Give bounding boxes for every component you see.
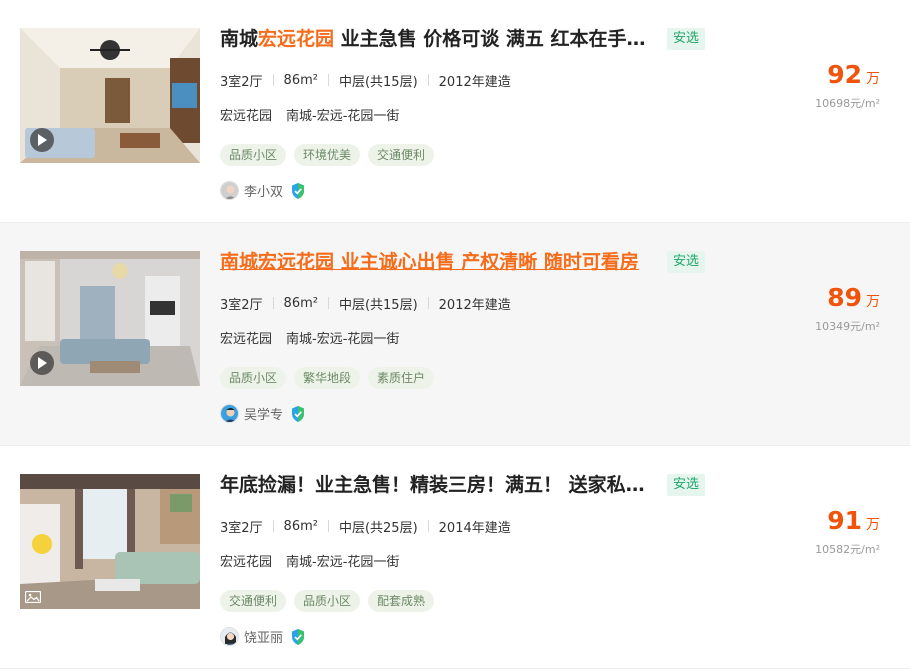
house-info: 3室2厅 86m² 中层(共15层) 2012年建造 [220, 293, 511, 313]
house-info: 3室2厅 86m² 中层(共15层) 2012年建造 [220, 70, 511, 90]
divider [272, 297, 274, 309]
play-icon[interactable] [30, 351, 54, 375]
agent-info[interactable]: 饶亚丽 [220, 627, 305, 646]
title-community-highlight: 宏远花园 [258, 28, 335, 50]
community-link[interactable]: 宏远花园 [220, 332, 272, 347]
community-link[interactable]: 宏远花园 [220, 555, 272, 570]
agent-info[interactable]: 李小双 [220, 181, 305, 200]
listing-item[interactable]: 年底捡漏！业主急售！精装三房！满五！ 送家私家电 安选 3室2厅 86m² 中层… [0, 446, 910, 669]
price-number: 91 [827, 506, 862, 535]
avatar[interactable] [220, 181, 239, 200]
listing-title[interactable]: 南城宏远花园 业主诚心出售 产权清晰 随时可看房 [220, 249, 650, 275]
build-year: 2012年建造 [438, 74, 511, 90]
room-layout: 3室2厅 [220, 520, 263, 536]
title-prefix: 南城 [220, 28, 259, 50]
divider [327, 297, 329, 309]
price-unit: 万 [866, 294, 880, 310]
agent-name[interactable]: 李小双 [244, 181, 283, 200]
agent-name[interactable]: 吴学专 [244, 404, 283, 423]
divider [327, 74, 329, 86]
listing-title[interactable]: 年底捡漏！业主急售！精装三房！满五！ 送家私家电 [220, 472, 650, 498]
divider [427, 297, 429, 309]
build-year: 2014年建造 [438, 520, 511, 536]
anxuan-badge: 安选 [667, 251, 705, 273]
address: 宏远花园 南城-宏远-花园一街 [220, 105, 399, 124]
listing-item[interactable]: 南城宏远花园 业主急售 价格可谈 满五 红本在手 随时看房 安选 3室2厅 86… [0, 0, 910, 223]
house-floor: 中层(共25层) [338, 520, 418, 536]
total-price: 89 万 [827, 283, 880, 312]
price-unit: 万 [866, 517, 880, 533]
unit-price: 10698元/m² [815, 97, 880, 110]
price-number: 89 [827, 283, 862, 312]
listing-item[interactable]: 南城宏远花园 业主诚心出售 产权清晰 随时可看房 安选 3室2厅 86m² 中层… [0, 223, 910, 446]
agent-name[interactable]: 饶亚丽 [244, 627, 283, 646]
house-area: 86m² [283, 518, 318, 534]
house-floor: 中层(共15层) [338, 297, 418, 313]
feature-tag: 繁华地段 [294, 367, 361, 389]
divider [272, 74, 274, 86]
house-info: 3室2厅 86m² 中层(共25层) 2014年建造 [220, 516, 511, 536]
house-floor: 中层(共15层) [338, 74, 418, 90]
listing-photo[interactable] [20, 474, 200, 609]
listing-photo[interactable] [20, 251, 200, 386]
total-price: 92 万 [827, 60, 880, 89]
unit-price: 10349元/m² [815, 320, 880, 333]
community-link[interactable]: 宏远花园 [220, 109, 272, 124]
location-text: 南城-宏远-花园一街 [286, 555, 400, 570]
feature-tag: 环境优美 [294, 144, 361, 166]
feature-tag: 配套成熟 [368, 590, 435, 612]
house-area: 86m² [283, 72, 318, 88]
anxuan-badge: 安选 [667, 28, 705, 50]
address: 宏远花园 南城-宏远-花园一街 [220, 551, 399, 570]
tag-list: 品质小区 环境优美 交通便利 [220, 144, 442, 166]
feature-tag: 品质小区 [294, 590, 361, 612]
agent-info[interactable]: 吴学专 [220, 404, 305, 423]
address: 宏远花园 南城-宏远-花园一街 [220, 328, 399, 347]
unit-price: 10582元/m² [815, 543, 880, 556]
feature-tag: 品质小区 [220, 144, 287, 166]
build-year: 2012年建造 [438, 297, 511, 313]
listing-list: 南城宏远花园 业主急售 价格可谈 满五 红本在手 随时看房 安选 3室2厅 86… [0, 0, 910, 669]
total-price: 91 万 [827, 506, 880, 535]
divider [427, 74, 429, 86]
room-layout: 3室2厅 [220, 297, 263, 313]
verified-shield-icon [292, 405, 305, 422]
listing-title[interactable]: 南城宏远花园 业主急售 价格可谈 满五 红本在手 随时看房 [220, 26, 650, 52]
house-area: 86m² [283, 295, 318, 311]
tag-list: 品质小区 繁华地段 素质住户 [220, 367, 442, 389]
verified-shield-icon [292, 182, 305, 199]
avatar[interactable] [220, 627, 239, 646]
photo-icon[interactable] [25, 591, 41, 603]
anxuan-badge: 安选 [667, 474, 705, 496]
avatar[interactable] [220, 404, 239, 423]
tag-list: 交通便利 品质小区 配套成熟 [220, 590, 442, 612]
feature-tag: 品质小区 [220, 367, 287, 389]
price-number: 92 [827, 60, 862, 89]
room-image [20, 474, 200, 609]
verified-shield-icon [292, 628, 305, 645]
divider [427, 520, 429, 532]
divider [327, 520, 329, 532]
listing-photo[interactable] [20, 28, 200, 163]
feature-tag: 交通便利 [220, 590, 287, 612]
location-text: 南城-宏远-花园一街 [286, 332, 400, 347]
title-rest: 业主急售 价格可谈 满五 红本在手 随时看房 [340, 28, 650, 50]
location-text: 南城-宏远-花园一街 [286, 109, 400, 124]
divider [272, 520, 274, 532]
feature-tag: 素质住户 [368, 367, 435, 389]
play-icon[interactable] [30, 128, 54, 152]
feature-tag: 交通便利 [368, 144, 435, 166]
price-unit: 万 [866, 71, 880, 87]
room-layout: 3室2厅 [220, 74, 263, 90]
